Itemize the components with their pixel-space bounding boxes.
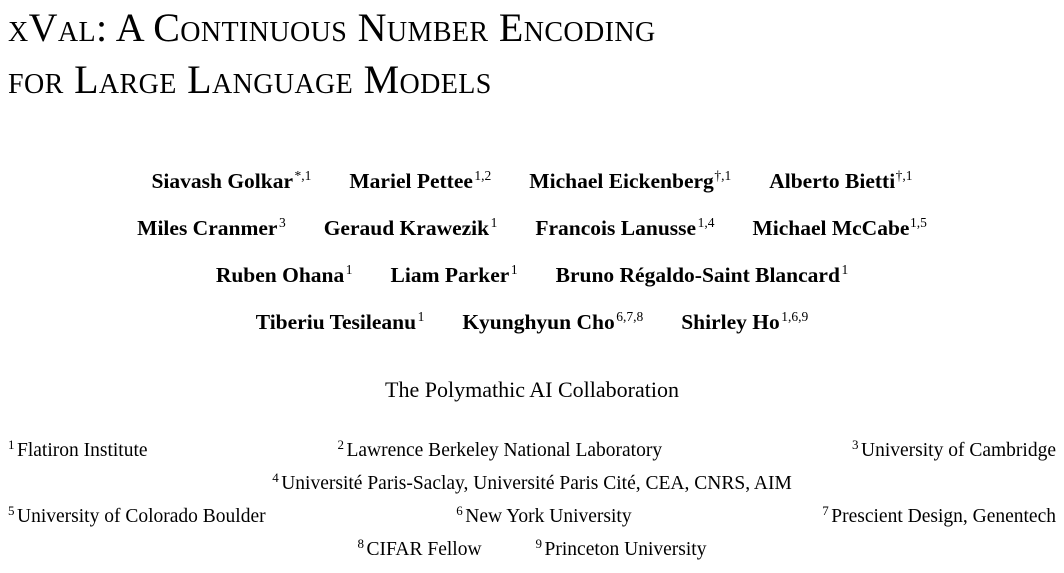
author-affiliation-marks: 1 bbox=[345, 261, 353, 277]
author-affiliation-marks: 1,6,9 bbox=[781, 308, 809, 324]
affiliation-name: CIFAR Fellow bbox=[366, 539, 482, 560]
author-affiliation-marks: 3 bbox=[278, 214, 286, 230]
author-name: Kyunghyun Cho bbox=[462, 310, 615, 334]
author: Alberto Bietti†,1 bbox=[769, 158, 912, 205]
author-name: Miles Cranmer bbox=[137, 216, 278, 240]
author: Liam Parker 1 bbox=[391, 252, 518, 299]
affiliation-index: 8 bbox=[357, 535, 365, 551]
author-name: Michael McCabe bbox=[752, 216, 910, 240]
author-row: Miles Cranmer 3 Geraud Krawezik 1 Francois… bbox=[0, 205, 1064, 252]
author: Shirley Ho 1,6,9 bbox=[681, 299, 808, 346]
affiliation: 2 Lawrence Berkeley National Laboratory bbox=[337, 434, 662, 467]
author-name: Tiberiu Tesileanu bbox=[255, 310, 417, 334]
author-affiliation-marks: 1 bbox=[841, 261, 849, 277]
author: Kyunghyun Cho 6,7,8 bbox=[462, 299, 643, 346]
author: Michael McCabe1,5 bbox=[752, 205, 926, 252]
author-name: Alberto Bietti bbox=[769, 169, 896, 193]
affiliation-index: 7 bbox=[822, 502, 829, 518]
author-affiliation-marks: 6,7,8 bbox=[616, 308, 644, 324]
affiliation-name: Lawrence Berkeley National Laboratory bbox=[346, 440, 663, 461]
affiliation: 1 Flatiron Institute bbox=[8, 434, 148, 467]
author-list: Siavash Golkar *,1 Mariel Pettee 1,2 Micha… bbox=[0, 158, 1064, 346]
affiliation-list: 1 Flatiron Institute 2 Lawrence Berkeley N… bbox=[8, 434, 1056, 566]
author: Francois Lanusse 1,4 bbox=[535, 205, 714, 252]
author-name: Bruno Régaldo-Saint Blancard bbox=[555, 263, 840, 287]
author: Michael Eickenberg†,1 bbox=[529, 158, 731, 205]
author-name: Francois Lanusse bbox=[535, 216, 697, 240]
author-row: Tiberiu Tesileanu 1 Kyunghyun Cho 6,7,8 Sh… bbox=[0, 299, 1064, 346]
title-line-2: for Large Language Models bbox=[8, 57, 492, 102]
author-affiliation-marks: 1 bbox=[510, 261, 518, 277]
author-affiliation-marks: †,1 bbox=[714, 167, 732, 183]
page-title: xVal: A Continuous Number Encoding for L… bbox=[8, 2, 1056, 106]
author-affiliation-marks: †,1 bbox=[895, 167, 913, 183]
affiliation: 4 Université Paris-Saclay, Université Par… bbox=[272, 467, 792, 500]
affiliation: 3 University of Cambridge bbox=[852, 434, 1056, 467]
affiliation-row: 1 Flatiron Institute 2 Lawrence Berkeley N… bbox=[8, 434, 1056, 467]
affiliation: 5 University of Colorado Boulder bbox=[8, 500, 266, 533]
affiliation-name: University of Colorado Boulder bbox=[17, 506, 266, 527]
affiliation-index: 5 bbox=[8, 502, 15, 518]
author: Miles Cranmer 3 bbox=[137, 205, 286, 252]
affiliation-name: New York University bbox=[465, 506, 632, 527]
affiliation: 6 New York University bbox=[456, 500, 631, 533]
author: Siavash Golkar *,1 bbox=[151, 158, 311, 205]
author-row: Siavash Golkar *,1 Mariel Pettee 1,2 Micha… bbox=[0, 158, 1064, 205]
affiliation-row: 4 Université Paris-Saclay, Université Par… bbox=[8, 467, 1056, 500]
affiliation-index: 6 bbox=[456, 502, 463, 518]
author-name: Michael Eickenberg bbox=[529, 169, 714, 193]
author: Tiberiu Tesileanu 1 bbox=[256, 299, 425, 346]
affiliation-name: University of Cambridge bbox=[861, 440, 1056, 461]
affiliation-index: 9 bbox=[535, 535, 543, 551]
author-name: Ruben Ohana bbox=[215, 263, 345, 287]
affiliation: 8 CIFAR Fellow bbox=[358, 533, 482, 566]
affiliation-name: Prescient Design, Genentech bbox=[831, 506, 1056, 527]
affiliation: 9 Princeton University bbox=[536, 533, 707, 566]
author-affiliation-marks: 1,5 bbox=[909, 214, 927, 230]
affiliation-name: Princeton University bbox=[544, 539, 707, 560]
author: Geraud Krawezik 1 bbox=[324, 205, 498, 252]
author-name: Shirley Ho bbox=[681, 310, 780, 334]
author-name: Siavash Golkar bbox=[151, 169, 294, 193]
author: Ruben Ohana 1 bbox=[216, 252, 353, 299]
author-affiliation-marks: 1,4 bbox=[697, 214, 715, 230]
author: Mariel Pettee 1,2 bbox=[349, 158, 491, 205]
author-affiliation-marks: 1 bbox=[417, 308, 425, 324]
affiliation-row: 5 University of Colorado Boulder 6 New Yor… bbox=[8, 500, 1056, 533]
affiliation-index: 4 bbox=[272, 469, 279, 485]
author: Bruno Régaldo-Saint Blancard 1 bbox=[556, 252, 849, 299]
author-name: Liam Parker bbox=[390, 263, 510, 287]
author-affiliation-marks: 1 bbox=[490, 214, 498, 230]
affiliation-index: 3 bbox=[852, 436, 859, 452]
affiliation-index: 1 bbox=[8, 436, 15, 452]
author-name: Geraud Krawezik bbox=[323, 216, 490, 240]
affiliation-row: 8 CIFAR Fellow 9 Princeton University bbox=[8, 533, 1056, 566]
affiliation-index: 2 bbox=[337, 436, 344, 452]
author-affiliation-marks: *,1 bbox=[294, 167, 312, 183]
affiliation-name: Flatiron Institute bbox=[17, 440, 148, 461]
author-row: Ruben Ohana 1 Liam Parker 1 Bruno Régaldo-… bbox=[0, 252, 1064, 299]
author-affiliation-marks: 1,2 bbox=[474, 167, 492, 183]
title-line-1: xVal: A Continuous Number Encoding bbox=[8, 5, 656, 50]
collaboration-line: The Polymathic AI Collaboration bbox=[385, 377, 679, 402]
affiliation-name: Université Paris-Saclay, Université Pari… bbox=[281, 473, 792, 494]
affiliation: 7 Prescient Design, Genentech bbox=[822, 500, 1056, 533]
author-name: Mariel Pettee bbox=[349, 169, 473, 193]
paper-title-page: xVal: A Continuous Number Encoding for L… bbox=[0, 0, 1064, 573]
